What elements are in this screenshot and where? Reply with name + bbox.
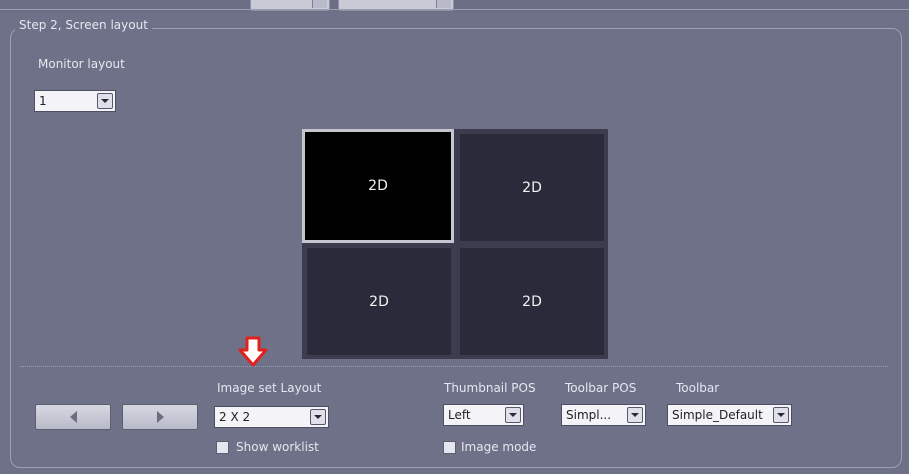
monitor-layout-select[interactable]: 1 [34, 90, 116, 112]
layout-cell[interactable]: 2D [302, 129, 454, 243]
thumbnail-pos-label: Thumbnail POS [444, 381, 536, 395]
chevron-down-icon[interactable] [773, 407, 789, 423]
panel-title: Step 2, Screen layout [15, 18, 152, 32]
toolbar-pos-value: Simpl... [566, 408, 612, 422]
next-button[interactable] [122, 404, 198, 430]
dropdown-arrow-icon[interactable] [436, 0, 451, 8]
cell-label: 2D [522, 293, 542, 310]
dropdown-arrow-icon[interactable] [312, 0, 327, 8]
previous-section-strip [0, 0, 909, 12]
layout-cell[interactable]: 2D [460, 134, 604, 241]
layout-cell[interactable]: 2D [307, 248, 451, 355]
show-worklist-checkbox[interactable] [216, 441, 229, 454]
toolbar-pos-select[interactable]: Simpl... [561, 404, 646, 426]
divider [0, 9, 909, 10]
image-mode-label: Image mode [461, 440, 537, 454]
thumbnail-pos-select[interactable]: Left [443, 404, 524, 426]
image-set-layout-value: 2 X 2 [219, 410, 251, 424]
cell-label: 2D [368, 178, 388, 194]
monitor-layout-value: 1 [39, 94, 47, 108]
chevron-down-icon[interactable] [310, 409, 326, 425]
arrow-right-icon [156, 411, 164, 423]
layout-cell[interactable]: 2D [460, 248, 604, 355]
toolbar-pos-label: Toolbar POS [565, 381, 637, 395]
section-divider [20, 366, 888, 367]
image-mode-checkbox[interactable] [443, 441, 456, 454]
chevron-down-icon[interactable] [505, 407, 521, 423]
cell-label: 2D [522, 179, 542, 196]
image-set-layout-select[interactable]: 2 X 2 [214, 406, 329, 428]
cell-label: 2D [369, 293, 389, 310]
chevron-down-icon[interactable] [97, 93, 113, 109]
down-arrow-indicator-icon [238, 336, 268, 367]
previous-button[interactable] [35, 404, 111, 430]
chevron-down-icon[interactable] [627, 407, 643, 423]
show-worklist-label: Show worklist [236, 440, 319, 454]
toolbar-select[interactable]: Simple_Default [667, 404, 792, 426]
layout-preview: 2D 2D 2D 2D [302, 129, 608, 359]
toolbar-value: Simple_Default [672, 408, 763, 422]
arrow-left-icon [69, 411, 77, 423]
thumbnail-pos-value: Left [448, 408, 471, 422]
toolbar-label: Toolbar [676, 381, 720, 395]
image-set-layout-label: Image set Layout [217, 381, 322, 395]
monitor-layout-label: Monitor layout [38, 57, 125, 71]
